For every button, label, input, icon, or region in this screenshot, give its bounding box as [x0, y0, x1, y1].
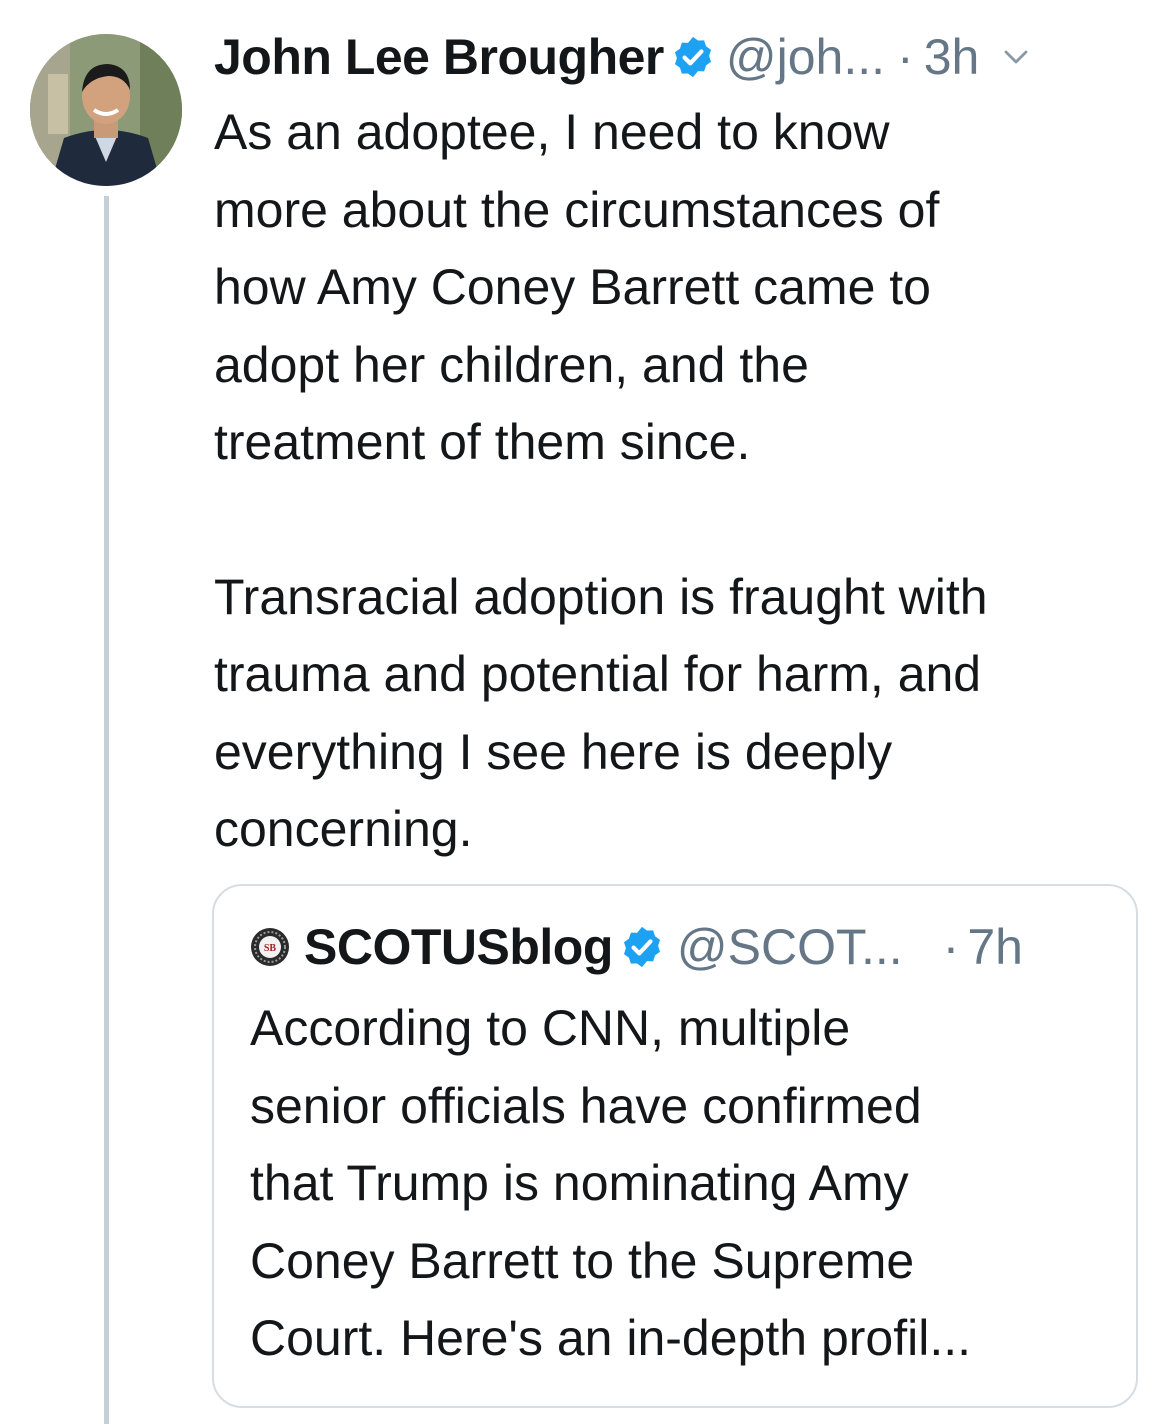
- tweet-text: As an adoptee, I need to know more about…: [214, 94, 1154, 869]
- quoted-text-line: senior officials have confirmed: [250, 1077, 922, 1134]
- thread-line: [104, 196, 109, 1424]
- quoted-text-line: Court. Here's an in-depth profil...: [250, 1310, 971, 1366]
- tweet-text-line: trauma and potential for harm, and: [214, 646, 982, 702]
- quoted-text-line: Coney Barrett to the Supreme: [250, 1232, 915, 1289]
- quoted-tweet-timestamp[interactable]: 7h: [967, 918, 1023, 976]
- verified-badge-icon: [670, 34, 716, 80]
- tweet-text-line: concerning.: [214, 801, 473, 857]
- quoted-tweet-header: SB SCOTUSblog @SCOT... · 7h: [250, 914, 1023, 980]
- tweet-timestamp[interactable]: 3h: [924, 28, 980, 86]
- quoted-tweet-text: According to CNN, multiple senior offici…: [250, 990, 1110, 1378]
- quoted-author-name[interactable]: SCOTUSblog: [304, 918, 613, 976]
- tweet-text-line: more about the circumstances of: [214, 181, 940, 238]
- tweet-text-line: treatment of them since.: [214, 414, 751, 470]
- tweet-text-line: everything I see here is deeply: [214, 723, 893, 780]
- author-name[interactable]: John Lee Brougher: [214, 28, 664, 86]
- verified-badge-icon: [619, 924, 665, 970]
- profile-photo: [30, 34, 182, 186]
- quoted-author-avatar: SB: [250, 927, 290, 967]
- tweet-text-line: adopt her children, and the: [214, 336, 809, 393]
- tweet-header: John Lee Brougher @joh... · 3h: [214, 22, 1031, 92]
- quoted-text-line: that Trump is nominating Amy: [250, 1155, 909, 1211]
- author-handle[interactable]: @joh...: [726, 28, 885, 86]
- separator-dot: ·: [897, 29, 914, 85]
- quoted-avatar-text: SB: [264, 943, 277, 954]
- author-avatar[interactable]: [30, 34, 182, 186]
- quoted-text-line: According to CNN, multiple: [250, 1000, 851, 1056]
- chevron-down-icon[interactable]: [1001, 42, 1031, 72]
- quoted-tweet-card[interactable]: SB SCOTUSblog @SCOT... · 7h According to…: [212, 884, 1138, 1408]
- tweet-text-line: how Amy Coney Barrett came to: [214, 259, 931, 315]
- tweet[interactable]: John Lee Brougher @joh... · 3h As an ado…: [0, 0, 1168, 1424]
- tweet-text-line: As an adoptee, I need to know: [214, 104, 890, 160]
- tweet-text-line: Transracial adoption is fraught with: [214, 568, 988, 625]
- quoted-author-handle[interactable]: @SCOT...: [677, 918, 903, 976]
- separator-dot: ·: [942, 919, 960, 975]
